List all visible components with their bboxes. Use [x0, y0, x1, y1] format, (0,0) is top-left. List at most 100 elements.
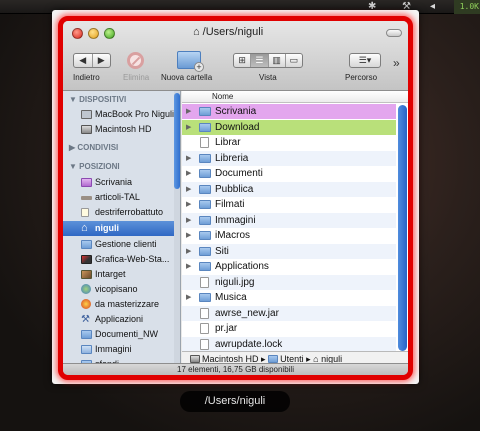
- close-button[interactable]: [72, 28, 83, 39]
- file-row[interactable]: ▶ Filmati: [182, 197, 396, 212]
- disclosure-triangle-icon[interactable]: ▶: [186, 151, 191, 166]
- sidebar-item-articoli-tal[interactable]: articoli-TAL: [63, 190, 175, 205]
- sidebar-item-macbook[interactable]: MacBook Pro Niguli: [63, 107, 175, 122]
- file-row[interactable]: Librar: [182, 135, 396, 150]
- sidebar-item-label: Gestione clienti: [95, 239, 157, 249]
- sidebar-section-devices[interactable]: ▼ DISPOSITIVI: [69, 95, 126, 104]
- folder-icon: [199, 293, 211, 302]
- file-row[interactable]: ▶ Scrivania: [182, 104, 396, 119]
- column-header-name[interactable]: Nome: [182, 91, 408, 103]
- menu-extra-icon[interactable]: ◂: [430, 1, 435, 12]
- path-tooltip-caption: /Users/niguli: [180, 391, 290, 412]
- back-arrow-icon[interactable]: ◀: [74, 54, 93, 67]
- sidebar-item-vicopisano[interactable]: vicopisano: [63, 282, 175, 297]
- image-icon: [81, 255, 92, 264]
- sidebar-section-places[interactable]: ▼ POSIZIONI: [69, 162, 120, 171]
- disclosure-triangle-icon[interactable]: ▶: [186, 228, 191, 243]
- burn-folder-icon: [81, 299, 91, 309]
- sidebar-item-label: Immagini: [95, 344, 132, 354]
- sidebar-item-immagini[interactable]: Immagini: [63, 342, 175, 357]
- minimize-button[interactable]: [88, 28, 99, 39]
- file-name: awrse_new.jar: [215, 307, 279, 319]
- file-row[interactable]: ▶ Siti: [182, 243, 396, 259]
- icon-view-icon[interactable]: ⊞: [234, 54, 252, 67]
- disclosure-triangle-icon[interactable]: ▶: [186, 244, 191, 259]
- section-title: POSIZIONI: [79, 162, 120, 171]
- file-row[interactable]: ▶ Download: [182, 119, 396, 135]
- file-row[interactable]: ▶ Immagini: [182, 212, 396, 228]
- back-label: Indietro: [73, 73, 100, 82]
- file-name: niguli.jpg: [215, 276, 255, 288]
- disclosure-triangle-icon[interactable]: ▶: [186, 197, 191, 212]
- zoom-button[interactable]: [104, 28, 115, 39]
- delete-icon[interactable]: [127, 52, 144, 69]
- file-row[interactable]: awrse_new.jar: [182, 305, 396, 321]
- sidebar-section-shared[interactable]: ▶ CONDIVISI: [69, 143, 118, 152]
- file-icon: [200, 338, 209, 350]
- file-row[interactable]: ▶ Applications: [182, 259, 396, 274]
- sidebar-item-grafica-web[interactable]: Grafica-Web-Sta...: [63, 252, 175, 267]
- sidebar-item-label: Intarget: [95, 269, 126, 279]
- path-popup-button[interactable]: ☰▾: [349, 53, 381, 68]
- file-row[interactable]: ▶ Documenti: [182, 166, 396, 181]
- finder-window[interactable]: ⌂/Users/niguli ◀ ▶ Indietro Elimina + Nu…: [58, 16, 413, 380]
- toolbar-overflow-button[interactable]: »: [393, 56, 400, 70]
- folder-icon: [199, 169, 211, 178]
- sidebar-item-label: articoli-TAL: [95, 192, 140, 202]
- disclosure-triangle-icon[interactable]: ▶: [186, 259, 191, 274]
- desktop-folder-icon: [81, 178, 92, 187]
- file-list-vertical-scroll-thumb[interactable]: [398, 105, 407, 351]
- sidebar-scroll-thumb[interactable]: [174, 93, 180, 189]
- file-icon: [200, 307, 209, 319]
- column-view-icon[interactable]: ▥: [269, 54, 286, 67]
- status-bar: 17 elementi, 16,75 GB disponibili: [63, 363, 408, 375]
- folder-icon: [199, 107, 211, 116]
- disclosure-triangle-icon[interactable]: ▶: [186, 120, 191, 135]
- window-title-text: /Users/niguli: [202, 26, 264, 38]
- file-name: Immagini: [215, 214, 256, 226]
- forward-arrow-icon[interactable]: ▶: [93, 54, 111, 67]
- new-folder-icon[interactable]: +: [177, 51, 204, 72]
- sidebar-item-label: Documenti_NW: [95, 329, 159, 339]
- title-toolbar: ⌂/Users/niguli ◀ ▶ Indietro Elimina + Nu…: [63, 21, 408, 91]
- path-menu-icon[interactable]: ☰▾: [350, 54, 380, 67]
- coverflow-view-icon[interactable]: ▭: [286, 54, 302, 67]
- disclosure-triangle-icon[interactable]: ▶: [186, 166, 191, 181]
- sidebar-item-label: destriferrobattuto: [95, 207, 164, 217]
- sidebar-item-niguli[interactable]: ⌂ niguli: [63, 221, 175, 236]
- file-row[interactable]: ▶ Libreria: [182, 150, 396, 166]
- sidebar-item-label: MacBook Pro Niguli: [95, 109, 175, 119]
- file-row[interactable]: niguli.jpg: [182, 274, 396, 290]
- sidebar-item-label: vicopisano: [95, 284, 138, 294]
- file-row[interactable]: ▶ iMacros: [182, 228, 396, 243]
- file-row[interactable]: awrupdate.lock: [182, 336, 396, 352]
- sidebar-item-scrivania[interactable]: Scrivania: [63, 175, 175, 190]
- view-mode-control[interactable]: ⊞ ☰ ▥ ▭: [233, 53, 303, 68]
- path-label: Percorso: [345, 73, 378, 82]
- toolbar-toggle-button[interactable]: [386, 29, 402, 37]
- file-row[interactable]: ▶ Musica: [182, 290, 396, 305]
- disclosure-triangle-icon[interactable]: ▶: [186, 290, 191, 305]
- sidebar-item-intarget[interactable]: Intarget: [63, 267, 175, 282]
- sidebar-item-da-masterizzare[interactable]: da masterizzare: [63, 297, 175, 312]
- back-forward-control[interactable]: ◀ ▶: [73, 53, 111, 68]
- harddisk-icon: [81, 125, 92, 134]
- disclosure-triangle-icon[interactable]: ▶: [186, 104, 191, 119]
- home-icon: ⌂: [193, 26, 200, 38]
- folder-icon: [268, 355, 279, 363]
- sidebar-scrollbar[interactable]: [174, 91, 180, 369]
- sidebar-item-documenti-nw[interactable]: Documenti_NW: [63, 327, 175, 342]
- file-row[interactable]: ▶ Pubblica: [182, 181, 396, 197]
- sidebar-item-gestione-clienti[interactable]: Gestione clienti: [63, 237, 175, 252]
- applications-icon: ⚒: [81, 314, 90, 325]
- sidebar-item-applicazioni[interactable]: ⚒ Applicazioni: [63, 312, 175, 327]
- sidebar-item-macintosh-hd[interactable]: Macintosh HD: [63, 122, 175, 137]
- disclosure-triangle-icon[interactable]: ▶: [186, 213, 191, 228]
- folder-icon: [199, 215, 211, 225]
- file-row[interactable]: pr.jar: [182, 321, 396, 336]
- sidebar-item-destriferrobattuto[interactable]: destriferrobattuto: [63, 205, 175, 220]
- disclosure-triangle-icon[interactable]: ▶: [186, 182, 191, 197]
- list-view-icon[interactable]: ☰: [251, 54, 269, 67]
- file-name: Filmati: [215, 199, 245, 210]
- file-name: Documenti: [215, 168, 263, 179]
